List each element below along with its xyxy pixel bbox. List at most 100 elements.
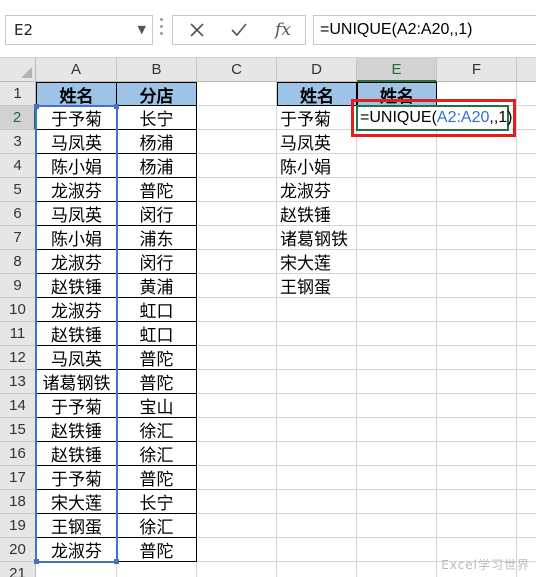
- cell: [197, 490, 277, 514]
- cell: [197, 346, 277, 370]
- row-header-3[interactable]: 3: [0, 130, 36, 154]
- cell-b19[interactable]: 徐汇: [117, 514, 197, 538]
- cell-a1-header[interactable]: 姓名: [36, 82, 117, 107]
- cell-a2[interactable]: 于予菊: [36, 106, 117, 130]
- row-header-2[interactable]: 2: [0, 106, 36, 130]
- name-box[interactable]: E2 ▼: [5, 15, 153, 45]
- column-header-f[interactable]: F: [437, 58, 517, 82]
- select-all-button[interactable]: [0, 58, 36, 82]
- active-cell-editor[interactable]: =UNIQUE(A2:A20,,1): [356, 105, 515, 131]
- spreadsheet-grid[interactable]: ABCDEF 1 2 3 4 5 6 7 8 9 10 11 12 13 14 15 16 17 18 19 20 21…: [0, 58, 536, 577]
- cell-d6[interactable]: 赵铁锤: [277, 202, 357, 226]
- cell: [277, 466, 357, 490]
- cell-b9[interactable]: 黄浦: [117, 274, 197, 298]
- cell: [277, 394, 357, 418]
- row-header-1[interactable]: 1: [0, 82, 36, 106]
- row-header-17[interactable]: 17: [0, 466, 36, 490]
- row-header-4[interactable]: 4: [0, 154, 36, 178]
- insert-function-button[interactable]: fx: [263, 16, 303, 44]
- cell-b13[interactable]: 普陀: [117, 370, 197, 394]
- cell-a15[interactable]: 赵铁锤: [36, 418, 117, 442]
- cell-b16[interactable]: 徐汇: [117, 442, 197, 466]
- cell: [357, 442, 437, 466]
- cell-b18[interactable]: 长宁: [117, 490, 197, 514]
- row-header-6[interactable]: 6: [0, 202, 36, 226]
- cell-d1-header[interactable]: 姓名: [277, 82, 357, 107]
- column-header-d[interactable]: D: [277, 58, 357, 82]
- row-header-20[interactable]: 20: [0, 538, 36, 562]
- cell-b6[interactable]: 闵行: [117, 202, 197, 226]
- row-header-15[interactable]: 15: [0, 418, 36, 442]
- cell-a4[interactable]: 陈小娟: [36, 154, 117, 178]
- cancel-button[interactable]: [177, 16, 217, 44]
- row-header-5[interactable]: 5: [0, 178, 36, 202]
- row-header-12[interactable]: 12: [0, 346, 36, 370]
- row-header-9[interactable]: 9: [0, 274, 36, 298]
- row-header-16[interactable]: 16: [0, 442, 36, 466]
- cell-a18[interactable]: 宋大莲: [36, 490, 117, 514]
- cell: [517, 82, 536, 106]
- column-header-b[interactable]: B: [117, 58, 197, 82]
- enter-button[interactable]: [219, 16, 259, 44]
- row-header-11[interactable]: 11: [0, 322, 36, 346]
- row-header-8[interactable]: 8: [0, 250, 36, 274]
- cell-b3[interactable]: 杨浦: [117, 130, 197, 154]
- cell: [197, 418, 277, 442]
- cell-a19[interactable]: 王钢蛋: [36, 514, 117, 538]
- cell-a20[interactable]: 龙淑芬: [36, 538, 117, 562]
- cell: [197, 466, 277, 490]
- cell-a10[interactable]: 龙淑芬: [36, 298, 117, 322]
- formula-input[interactable]: =UNIQUE(A2:A20,,1): [313, 15, 536, 45]
- cell-a13[interactable]: 诸葛钢铁: [36, 370, 117, 394]
- cell-b5[interactable]: 普陀: [117, 178, 197, 202]
- cell-d5[interactable]: 龙淑芬: [277, 178, 357, 202]
- cell-b10[interactable]: 虹口: [117, 298, 197, 322]
- cell: [117, 562, 197, 577]
- column-header-a[interactable]: A: [36, 58, 117, 82]
- cell-a7[interactable]: 陈小娟: [36, 226, 117, 250]
- row-header-18[interactable]: 18: [0, 490, 36, 514]
- cell-a17[interactable]: 于予菊: [36, 466, 117, 490]
- cell-a6[interactable]: 马凤英: [36, 202, 117, 226]
- cell-b1-header[interactable]: 分店: [117, 82, 197, 107]
- cell-a12[interactable]: 马凤英: [36, 346, 117, 370]
- cell-a11[interactable]: 赵铁锤: [36, 322, 117, 346]
- row-header-13[interactable]: 13: [0, 370, 36, 394]
- cell-b15[interactable]: 徐汇: [117, 418, 197, 442]
- cell-a16[interactable]: 赵铁锤: [36, 442, 117, 466]
- cell-b14[interactable]: 宝山: [117, 394, 197, 418]
- cell-b20[interactable]: 普陀: [117, 538, 197, 562]
- cell-b11[interactable]: 虹口: [117, 322, 197, 346]
- cell: [197, 562, 277, 577]
- cell-b7[interactable]: 浦东: [117, 226, 197, 250]
- drag-handle-icon[interactable]: [160, 18, 164, 42]
- cell-b12[interactable]: 普陀: [117, 346, 197, 370]
- cell: [517, 490, 536, 514]
- cell-d2[interactable]: 于予菊: [277, 106, 357, 130]
- row-header-7[interactable]: 7: [0, 226, 36, 250]
- cell-e1-header[interactable]: 姓名: [357, 82, 437, 107]
- row-header-19[interactable]: 19: [0, 514, 36, 538]
- cell-a3[interactable]: 马凤英: [36, 130, 117, 154]
- cell-b8[interactable]: 闵行: [117, 250, 197, 274]
- cell-a8[interactable]: 龙淑芬: [36, 250, 117, 274]
- cell: [437, 250, 517, 274]
- cell-a5[interactable]: 龙淑芬: [36, 178, 117, 202]
- cell-b2[interactable]: 长宁: [117, 106, 197, 130]
- cell-d9[interactable]: 王钢蛋: [277, 274, 357, 298]
- chevron-down-icon[interactable]: ▼: [138, 16, 146, 44]
- cell-a9[interactable]: 赵铁锤: [36, 274, 117, 298]
- column-header-e[interactable]: E: [357, 58, 437, 82]
- cell-d3[interactable]: 马凤英: [277, 130, 357, 154]
- cell: [357, 466, 437, 490]
- row-header-21[interactable]: 21: [0, 562, 36, 577]
- row-header-10[interactable]: 10: [0, 298, 36, 322]
- cell-a14[interactable]: 于予菊: [36, 394, 117, 418]
- row-header-14[interactable]: 14: [0, 394, 36, 418]
- cell-b4[interactable]: 杨浦: [117, 154, 197, 178]
- cell-d4[interactable]: 陈小娟: [277, 154, 357, 178]
- cell-d7[interactable]: 诸葛钢铁: [277, 226, 357, 250]
- cell-d8[interactable]: 宋大莲: [277, 250, 357, 274]
- cell-b17[interactable]: 普陀: [117, 466, 197, 490]
- column-header-c[interactable]: C: [197, 58, 277, 82]
